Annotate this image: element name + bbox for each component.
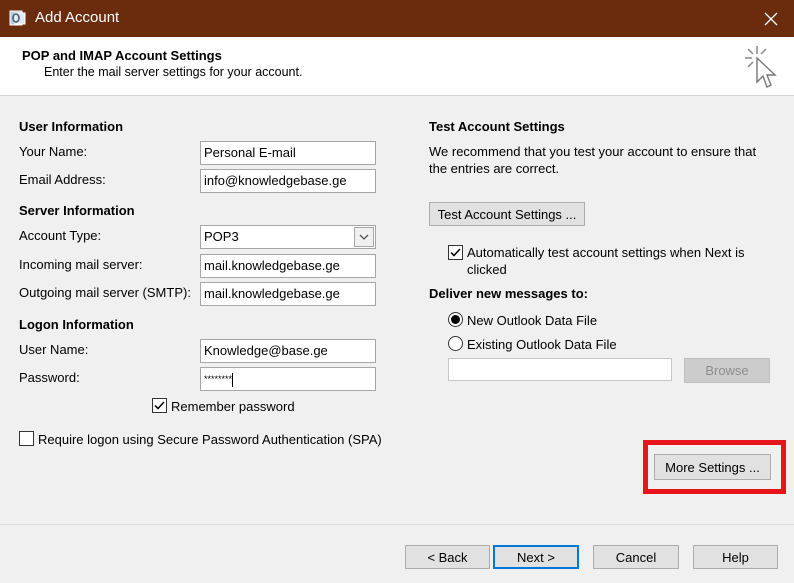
checkmark-icon bbox=[154, 401, 165, 410]
your-name-label: Your Name: bbox=[19, 144, 88, 159]
title-bar: Add Account bbox=[0, 0, 794, 37]
checkmark-icon bbox=[450, 248, 461, 257]
outgoing-server-input[interactable]: mail.knowledgebase.ge bbox=[200, 282, 376, 306]
remember-password-checkbox[interactable] bbox=[152, 398, 167, 413]
spa-label: Require logon using Secure Password Auth… bbox=[38, 432, 382, 447]
test-description-line1: We recommend that you test your account … bbox=[429, 144, 757, 159]
incoming-server-input[interactable]: mail.knowledgebase.ge bbox=[200, 254, 376, 278]
test-settings-heading: Test Account Settings bbox=[429, 119, 565, 134]
user-name-label: User Name: bbox=[19, 342, 89, 357]
close-button[interactable] bbox=[748, 0, 794, 37]
more-settings-button[interactable]: More Settings ... bbox=[654, 454, 771, 480]
user-info-heading: User Information bbox=[19, 119, 124, 134]
new-data-file-radio[interactable] bbox=[448, 312, 463, 327]
account-type-select[interactable]: POP3 bbox=[200, 225, 376, 249]
text-caret bbox=[232, 372, 234, 387]
your-name-input[interactable]: Personal E-mail bbox=[200, 141, 376, 165]
incoming-server-label: Incoming mail server: bbox=[19, 257, 143, 272]
remember-password-label: Remember password bbox=[171, 399, 295, 414]
cancel-button[interactable]: Cancel bbox=[593, 545, 679, 569]
password-value: ******** bbox=[204, 374, 233, 384]
header-subtitle: Enter the mail server settings for your … bbox=[44, 65, 303, 79]
password-label: Password: bbox=[19, 370, 80, 385]
email-address-input[interactable]: info@knowledgebase.ge bbox=[200, 169, 376, 193]
password-input[interactable]: ******** bbox=[200, 367, 376, 391]
dialog-header: POP and IMAP Account Settings Enter the … bbox=[0, 37, 794, 96]
spa-checkbox[interactable] bbox=[19, 431, 34, 446]
new-data-file-label: New Outlook Data File bbox=[467, 313, 598, 328]
server-info-heading: Server Information bbox=[19, 203, 135, 218]
footer-divider bbox=[0, 524, 794, 525]
auto-test-label-line2: clicked bbox=[467, 262, 507, 277]
auto-test-label-line1: Automatically test account settings when… bbox=[467, 245, 745, 260]
test-account-settings-button[interactable]: Test Account Settings ... bbox=[429, 202, 585, 226]
close-icon bbox=[764, 12, 778, 25]
outlook-icon bbox=[9, 9, 27, 27]
auto-test-checkbox[interactable] bbox=[448, 245, 463, 260]
window-title: Add Account bbox=[35, 9, 120, 26]
logon-info-heading: Logon Information bbox=[19, 317, 134, 332]
deliver-heading: Deliver new messages to: bbox=[429, 286, 588, 301]
header-title: POP and IMAP Account Settings bbox=[22, 48, 222, 63]
existing-data-file-path[interactable] bbox=[448, 358, 672, 381]
user-name-input[interactable]: Knowledge@base.ge bbox=[200, 339, 376, 363]
help-button[interactable]: Help bbox=[693, 545, 778, 569]
test-description-line2: the entries are correct. bbox=[429, 161, 560, 176]
pointer-cursor-icon bbox=[740, 42, 782, 92]
radio-dot bbox=[451, 315, 460, 324]
chevron-down-icon[interactable] bbox=[354, 227, 374, 247]
existing-data-file-radio[interactable] bbox=[448, 336, 463, 351]
email-address-label: Email Address: bbox=[19, 172, 106, 187]
existing-data-file-label: Existing Outlook Data File bbox=[467, 337, 617, 352]
next-button[interactable]: Next > bbox=[493, 545, 579, 569]
account-type-label: Account Type: bbox=[19, 228, 102, 243]
back-button[interactable]: < Back bbox=[405, 545, 490, 569]
browse-button[interactable]: Browse bbox=[684, 358, 770, 383]
outgoing-server-label: Outgoing mail server (SMTP): bbox=[19, 285, 191, 300]
account-type-value: POP3 bbox=[204, 229, 239, 244]
